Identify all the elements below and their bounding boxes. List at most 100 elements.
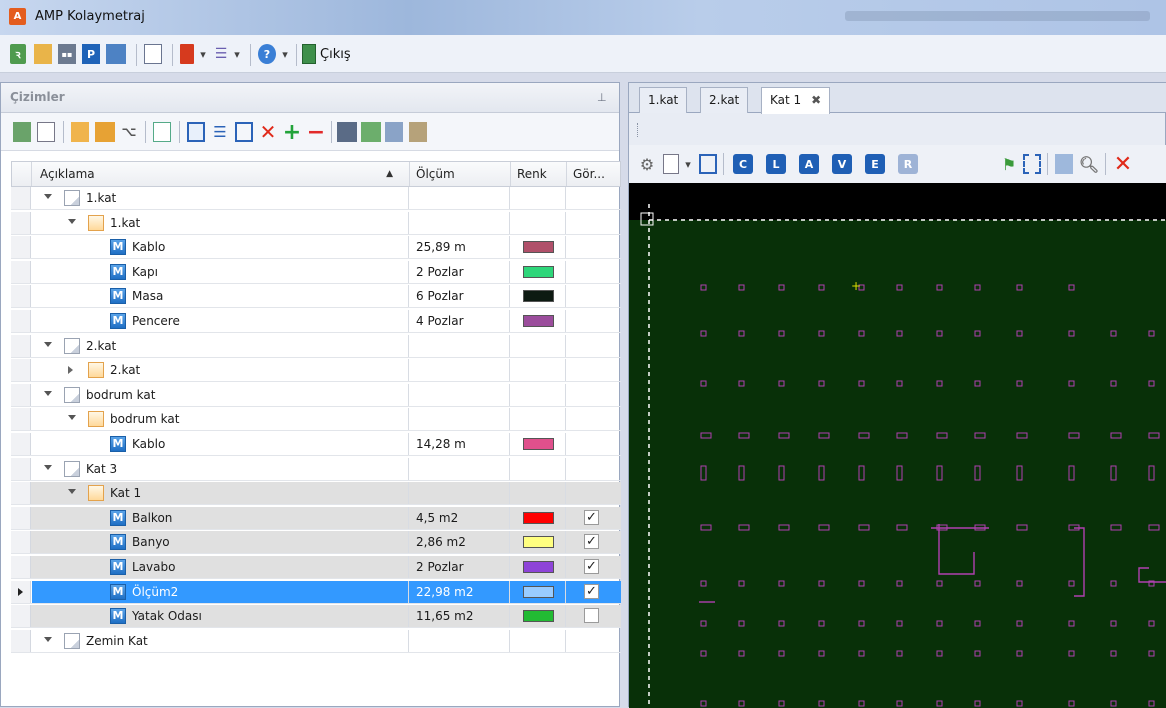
collapse-icon[interactable] <box>44 636 52 642</box>
visibility-checkbox[interactable]: ✓ <box>584 559 599 574</box>
edit-icon[interactable] <box>37 122 55 142</box>
description-cell[interactable]: Kat 1 <box>32 482 409 505</box>
page-dropdown-icon[interactable] <box>663 154 679 174</box>
color-cell[interactable] <box>510 580 566 603</box>
tree-row[interactable]: M Pencere 4 Pozlar <box>11 310 621 333</box>
tree-row[interactable]: M Banyo 2,86 m2 ✓ <box>11 531 621 555</box>
description-cell[interactable]: M Kapı <box>32 260 409 283</box>
row-header[interactable] <box>11 285 31 308</box>
collapse-icon[interactable] <box>44 464 52 470</box>
description-cell[interactable]: M Balkon <box>32 506 409 529</box>
column-header-gor[interactable]: Gör... <box>567 162 620 186</box>
tree-row[interactable]: M Balkon 4,5 m2 ✓ <box>11 506 621 530</box>
visibility-cell[interactable] <box>566 359 621 381</box>
tree-row[interactable]: bodrum kat <box>11 383 621 407</box>
tree-row[interactable]: M Yatak Odası 11,65 m2 <box>11 605 621 629</box>
row-header[interactable] <box>11 187 31 209</box>
print-icon[interactable] <box>337 122 357 142</box>
flag-icon[interactable]: ⚑ <box>1000 154 1018 174</box>
color-cell[interactable] <box>510 236 566 259</box>
tree-row[interactable]: M Ölçüm2 22,98 m2 ✓ <box>11 580 621 604</box>
toolbar-grip[interactable] <box>637 123 641 137</box>
row-header[interactable] <box>11 260 31 283</box>
column-header-renk[interactable]: Renk <box>511 162 567 186</box>
tree-row[interactable]: M Masa 6 Pozlar <box>11 285 621 309</box>
color-cell[interactable] <box>510 334 566 357</box>
tree-icon[interactable]: ⌥ <box>121 122 137 142</box>
tree-row[interactable]: Kat 1 <box>11 482 621 506</box>
row-header[interactable] <box>11 482 31 505</box>
copy-icon[interactable] <box>385 122 403 142</box>
description-cell[interactable]: M Kablo <box>32 433 409 455</box>
visibility-cell[interactable] <box>566 285 621 307</box>
tree-row[interactable]: 2.kat <box>11 359 621 383</box>
description-cell[interactable]: M Pencere <box>32 310 409 332</box>
list-dropdown-icon[interactable]: ☰ <box>212 44 230 64</box>
window-icon[interactable] <box>699 154 717 174</box>
tool-v-button[interactable]: V <box>832 154 852 174</box>
paste-icon[interactable] <box>409 122 427 142</box>
tree-row[interactable]: bodrum kat <box>11 408 621 432</box>
tree-row[interactable]: Kat 3 <box>11 457 621 481</box>
description-cell[interactable]: M Masa <box>32 285 409 308</box>
description-cell[interactable]: M Banyo <box>32 531 409 554</box>
collapse-icon[interactable] <box>44 390 52 396</box>
tool-e-button[interactable]: E <box>865 154 885 174</box>
description-cell[interactable]: M Ölçüm2 <box>32 580 409 603</box>
color-swatch[interactable] <box>523 610 554 623</box>
window-icon[interactable] <box>144 44 162 64</box>
color-cell[interactable] <box>510 260 566 283</box>
visibility-cell[interactable] <box>566 605 621 627</box>
color-cell[interactable] <box>510 359 566 382</box>
color-cell[interactable] <box>510 187 566 209</box>
visibility-cell[interactable]: ✓ <box>566 531 621 553</box>
tab-1kat[interactable]: 1.kat <box>639 87 688 113</box>
collapse-icon[interactable] <box>44 341 52 347</box>
row-header[interactable] <box>11 310 31 332</box>
color-cell[interactable] <box>510 310 566 332</box>
color-cell[interactable] <box>510 531 566 554</box>
tool-a-button[interactable]: A <box>799 154 819 174</box>
tool-r-button[interactable]: R <box>898 154 918 174</box>
pin-icon[interactable]: ⊥ <box>597 91 607 104</box>
p-icon[interactable]: P <box>82 44 100 64</box>
row-header[interactable] <box>11 433 31 455</box>
visibility-cell[interactable] <box>566 187 621 209</box>
tree-row[interactable]: 1.kat <box>11 187 621 210</box>
expand-icon[interactable] <box>68 366 73 375</box>
row-header[interactable] <box>11 359 31 382</box>
color-swatch[interactable] <box>523 265 554 278</box>
visibility-checkbox[interactable]: ✓ <box>584 534 599 550</box>
row-header[interactable] <box>11 506 31 529</box>
collapse-icon[interactable] <box>68 415 76 421</box>
help-icon[interactable]: ? <box>258 44 276 64</box>
refresh-page-icon[interactable] <box>153 122 171 142</box>
color-swatch[interactable] <box>523 438 554 450</box>
visibility-cell[interactable] <box>566 236 621 258</box>
tree-row[interactable]: M Kablo 14,28 m <box>11 433 621 456</box>
chevron-down-icon[interactable]: ▾ <box>198 44 208 64</box>
color-cell[interactable] <box>510 457 566 480</box>
grid-icon[interactable]: ▪▪ <box>58 44 76 64</box>
description-cell[interactable]: 2.kat <box>32 359 409 382</box>
drawing-canvas[interactable]: + <box>629 183 1166 708</box>
visibility-cell[interactable] <box>566 458 621 480</box>
tree-row[interactable]: M Kablo 25,89 m <box>11 236 621 260</box>
visibility-checkbox[interactable]: ✓ <box>584 509 599 525</box>
color-cell[interactable] <box>510 408 566 431</box>
list-icon[interactable]: ☰ <box>211 122 229 142</box>
row-header[interactable] <box>11 211 31 234</box>
collapse-icon[interactable] <box>68 489 76 495</box>
color-swatch[interactable] <box>523 511 554 524</box>
color-cell[interactable] <box>510 211 566 234</box>
color-swatch[interactable] <box>523 290 554 303</box>
collapse-icon[interactable] <box>68 218 76 224</box>
visibility-cell[interactable] <box>566 384 621 406</box>
color-swatch[interactable] <box>523 536 554 549</box>
open-folder-icon[interactable] <box>95 122 115 142</box>
visibility-cell[interactable]: ✓ <box>566 580 621 603</box>
visibility-cell[interactable] <box>566 630 621 652</box>
visibility-cell[interactable] <box>566 433 621 455</box>
description-cell[interactable]: bodrum kat <box>32 383 409 406</box>
color-cell[interactable] <box>510 556 566 578</box>
